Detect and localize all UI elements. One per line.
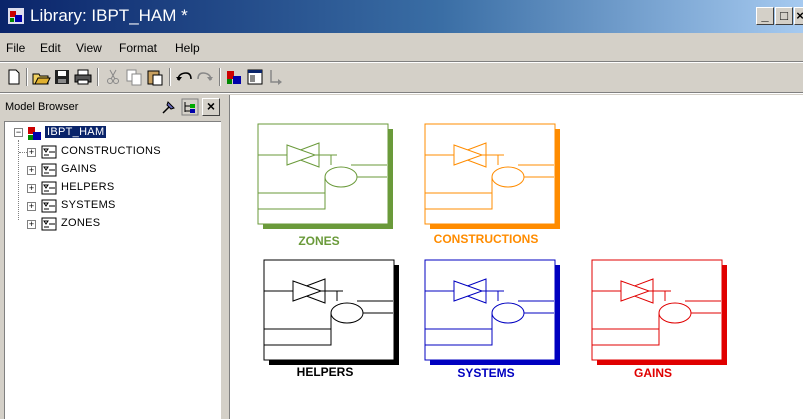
toolbar-separator bbox=[97, 68, 99, 86]
model-browser-header: Model Browser × bbox=[0, 95, 225, 119]
expand-icon[interactable]: + bbox=[27, 220, 36, 229]
tree-item-gains[interactable]: + GAINS bbox=[5, 162, 205, 178]
menu-help[interactable]: Help bbox=[175, 41, 200, 55]
browser-icon[interactable] bbox=[245, 67, 265, 87]
block-icon bbox=[41, 217, 57, 231]
junction-icon bbox=[658, 302, 692, 324]
block-icon bbox=[41, 181, 57, 195]
tree-item-helpers[interactable]: + HELPERS bbox=[5, 180, 205, 196]
block-label-zones: ZONES bbox=[298, 234, 340, 248]
junction-icon bbox=[324, 166, 358, 188]
toolbar-separator bbox=[219, 68, 221, 86]
diagram-canvas[interactable]: ZONES CONSTRUCTIONS HELPERS SYSTEMS GAINS bbox=[229, 95, 803, 419]
block-label-constructions: CONSTRUCTIONS bbox=[433, 232, 539, 246]
block-constructions[interactable] bbox=[424, 123, 564, 233]
block-icon bbox=[41, 199, 57, 213]
paste-icon[interactable] bbox=[145, 67, 165, 87]
arrow-icon[interactable] bbox=[266, 67, 286, 87]
model-browser-panel: Model Browser × − IBPT_HAM + CONSTRUCTIO… bbox=[0, 95, 225, 419]
collapse-icon[interactable]: − bbox=[14, 128, 23, 137]
tree-item-root[interactable]: − IBPT_HAM bbox=[5, 125, 205, 141]
close-button[interactable]: × bbox=[794, 7, 803, 25]
tree-item-label[interactable]: ZONES bbox=[61, 217, 100, 229]
app-icon bbox=[8, 8, 24, 24]
cut-icon[interactable] bbox=[103, 67, 123, 87]
toolbar-separator bbox=[26, 68, 28, 86]
expand-icon[interactable]: + bbox=[27, 202, 36, 211]
block-label-gains: GAINS bbox=[633, 366, 672, 380]
save-icon[interactable] bbox=[52, 67, 72, 87]
library-icon[interactable] bbox=[224, 67, 244, 87]
tree-item-label[interactable]: IBPT_HAM bbox=[45, 126, 107, 138]
block-zones[interactable] bbox=[257, 123, 397, 233]
tree-view-icon[interactable] bbox=[181, 98, 199, 116]
print-icon[interactable] bbox=[73, 67, 93, 87]
tree-item-label[interactable]: GAINS bbox=[61, 163, 97, 175]
menu-file[interactable]: File bbox=[6, 41, 25, 55]
model-browser-close-button[interactable]: × bbox=[202, 98, 220, 116]
copy-icon[interactable] bbox=[124, 67, 144, 87]
block-helpers[interactable] bbox=[263, 259, 403, 369]
expand-icon[interactable]: + bbox=[27, 166, 36, 175]
block-gains[interactable] bbox=[591, 259, 731, 369]
tree-item-zones[interactable]: + ZONES bbox=[5, 216, 205, 232]
redo-icon[interactable] bbox=[195, 67, 215, 87]
junction-icon bbox=[491, 166, 525, 188]
toolbar-separator bbox=[169, 68, 171, 86]
toolbar-separator-line bbox=[0, 92, 803, 94]
tree-item-label[interactable]: HELPERS bbox=[61, 181, 114, 193]
tree-item-constructions[interactable]: + CONSTRUCTIONS bbox=[5, 144, 205, 160]
menu-edit[interactable]: Edit bbox=[40, 41, 61, 55]
menu-bar: File Edit View Format Help bbox=[0, 38, 803, 60]
toolbar bbox=[0, 64, 803, 92]
block-label-systems: SYSTEMS bbox=[457, 366, 515, 380]
window-title: Library: IBPT_HAM * bbox=[30, 6, 188, 25]
menu-separator bbox=[0, 61, 803, 63]
junction-icon bbox=[330, 302, 364, 324]
title-bar: Library: IBPT_HAM * _ □ × bbox=[0, 0, 803, 33]
maximize-button[interactable]: □ bbox=[775, 7, 793, 25]
minimize-button[interactable]: _ bbox=[756, 7, 774, 25]
tree-item-systems[interactable]: + SYSTEMS bbox=[5, 198, 205, 214]
menu-view[interactable]: View bbox=[76, 41, 102, 55]
block-icon bbox=[41, 163, 57, 177]
new-icon[interactable] bbox=[4, 67, 24, 87]
model-tree: − IBPT_HAM + CONSTRUCTIONS + GAINS + HEL… bbox=[4, 121, 221, 419]
pin-icon[interactable] bbox=[160, 98, 178, 116]
open-icon[interactable] bbox=[31, 67, 51, 87]
model-browser-title: Model Browser bbox=[5, 101, 79, 113]
block-systems[interactable] bbox=[424, 259, 564, 369]
junction-icon bbox=[491, 302, 525, 324]
tree-item-label[interactable]: CONSTRUCTIONS bbox=[61, 145, 161, 157]
block-icon bbox=[41, 145, 57, 159]
block-label-helpers: HELPERS bbox=[296, 365, 354, 379]
expand-icon[interactable]: + bbox=[27, 148, 36, 157]
library-icon bbox=[28, 127, 41, 140]
tree-item-label[interactable]: SYSTEMS bbox=[61, 199, 116, 211]
menu-format[interactable]: Format bbox=[119, 41, 157, 55]
expand-icon[interactable]: + bbox=[27, 184, 36, 193]
undo-icon[interactable] bbox=[174, 67, 194, 87]
